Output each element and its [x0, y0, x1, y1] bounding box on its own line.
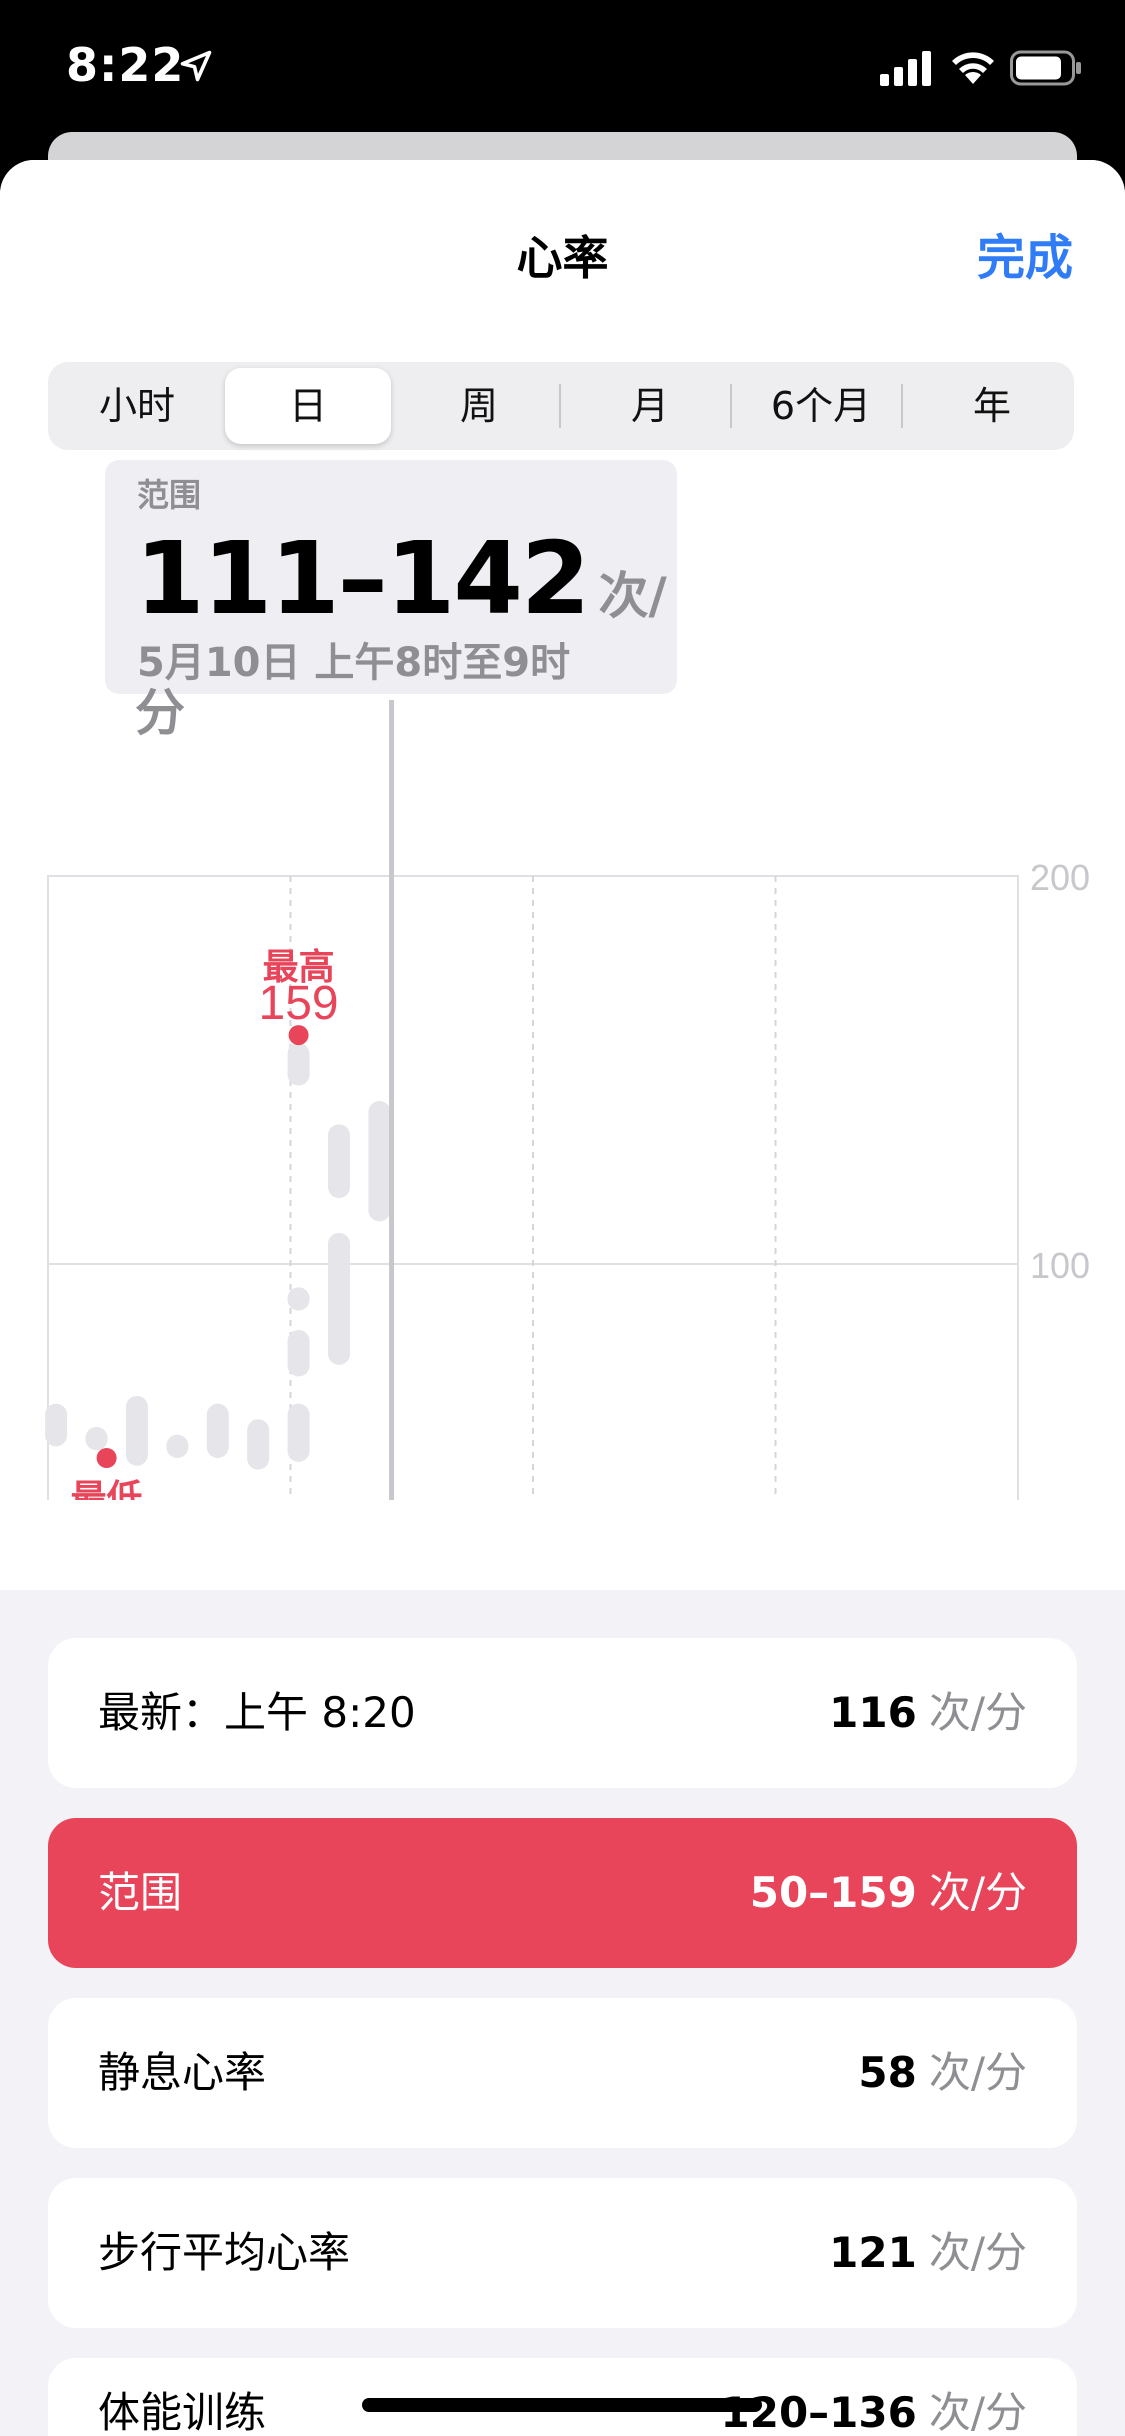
- min-label: 最低: [71, 1478, 143, 1500]
- segment-divider: [730, 384, 732, 428]
- segment-year[interactable]: 年: [909, 368, 1075, 444]
- row-number: 120–136: [720, 2388, 917, 2436]
- callout-date: 5月10日 上午8时至9时: [137, 640, 571, 686]
- status-time: 8:22: [66, 38, 185, 92]
- selection-callout: 范围 111–142 次/分 5月10日 上午8时至9时: [105, 460, 677, 742]
- cellular-signal-icon: [880, 51, 931, 86]
- heart-rate-sheet: 心率 完成 小时 日 周 月 6个月 年 范围 111–142 次/分 5月10日…: [0, 160, 1125, 2436]
- max-value: 159: [259, 977, 339, 1030]
- segment-divider: [559, 384, 561, 428]
- callout-label: 范围: [137, 476, 202, 514]
- segment-month[interactable]: 月: [567, 368, 733, 444]
- battery-icon: [1010, 50, 1081, 86]
- row-label: 范围: [98, 1868, 183, 1917]
- row-number: 58: [858, 2048, 917, 2097]
- min-point-marker: [96, 1448, 117, 1468]
- range-bar: [368, 1101, 391, 1222]
- callout-range-value: 111–142: [135, 520, 590, 637]
- location-arrow-icon: [180, 50, 212, 82]
- segment-week[interactable]: 周: [396, 368, 562, 444]
- segment-divider: [901, 384, 903, 428]
- resting-heart-rate-row[interactable]: 静息心率 58 次/分: [48, 1998, 1077, 2148]
- row-unit: 次/分: [928, 2048, 1027, 2097]
- range-bar: [328, 1232, 350, 1365]
- heart-rate-chart[interactable]: 2001000上午12时6时下午12时6时最高159最低50: [0, 700, 1125, 1500]
- wifi-icon: [952, 52, 994, 84]
- row-value: 120–136 次/分: [721, 2358, 1028, 2436]
- status-bar: 8:22: [0, 0, 1125, 130]
- range-bar: [85, 1426, 108, 1451]
- range-bar: [287, 1042, 310, 1086]
- range-bar: [328, 1124, 350, 1199]
- segment-day[interactable]: 日: [225, 368, 391, 444]
- row-unit: 次/分: [928, 1868, 1027, 1917]
- range-bar: [206, 1403, 229, 1458]
- home-indicator[interactable]: [362, 2398, 762, 2412]
- y-tick-label: 200: [1030, 857, 1090, 898]
- range-bar: [287, 1287, 310, 1311]
- time-range-segmented-control: 小时 日 周 月 6个月 年: [48, 362, 1074, 450]
- range-row[interactable]: 范围 50–159 次/分: [48, 1818, 1077, 1968]
- row-number: 121: [829, 2228, 917, 2277]
- row-number: 116: [829, 1688, 917, 1737]
- walking-average-row[interactable]: 步行平均心率 121 次/分: [48, 2178, 1077, 2328]
- latest-reading-row[interactable]: 最新：上午 8:20 116 次/分: [48, 1638, 1077, 1788]
- range-bar: [287, 1329, 310, 1377]
- row-label: 静息心率: [98, 2048, 267, 2097]
- row-value: 116 次/分: [829, 1638, 1027, 1788]
- row-number: 50–159: [749, 1868, 917, 1917]
- range-bar: [45, 1403, 68, 1447]
- page-title: 心率: [516, 231, 609, 285]
- done-button[interactable]: 完成: [977, 218, 1073, 288]
- row-unit: 次/分: [928, 1688, 1027, 1737]
- row-label: 体能训练: [98, 2388, 267, 2436]
- row-unit: 次/分: [928, 2228, 1027, 2277]
- row-unit: 次/分: [928, 2388, 1027, 2436]
- range-bar: [287, 1403, 310, 1462]
- workout-row[interactable]: 体能训练 120–136 次/分: [48, 2358, 1077, 2436]
- range-bar: [247, 1419, 270, 1470]
- segment-6-months[interactable]: 6个月: [738, 368, 904, 444]
- row-value: 58 次/分: [858, 1998, 1027, 2148]
- segment-hour[interactable]: 小时: [54, 368, 220, 444]
- range-bar: [166, 1434, 189, 1458]
- range-bar: [125, 1395, 148, 1466]
- row-value: 121 次/分: [829, 2178, 1027, 2328]
- y-tick-label: 100: [1030, 1245, 1090, 1286]
- row-label: 最新：上午 8:20: [98, 1688, 416, 1737]
- row-value: 50–159 次/分: [750, 1818, 1027, 1968]
- row-label: 步行平均心率: [98, 2228, 351, 2277]
